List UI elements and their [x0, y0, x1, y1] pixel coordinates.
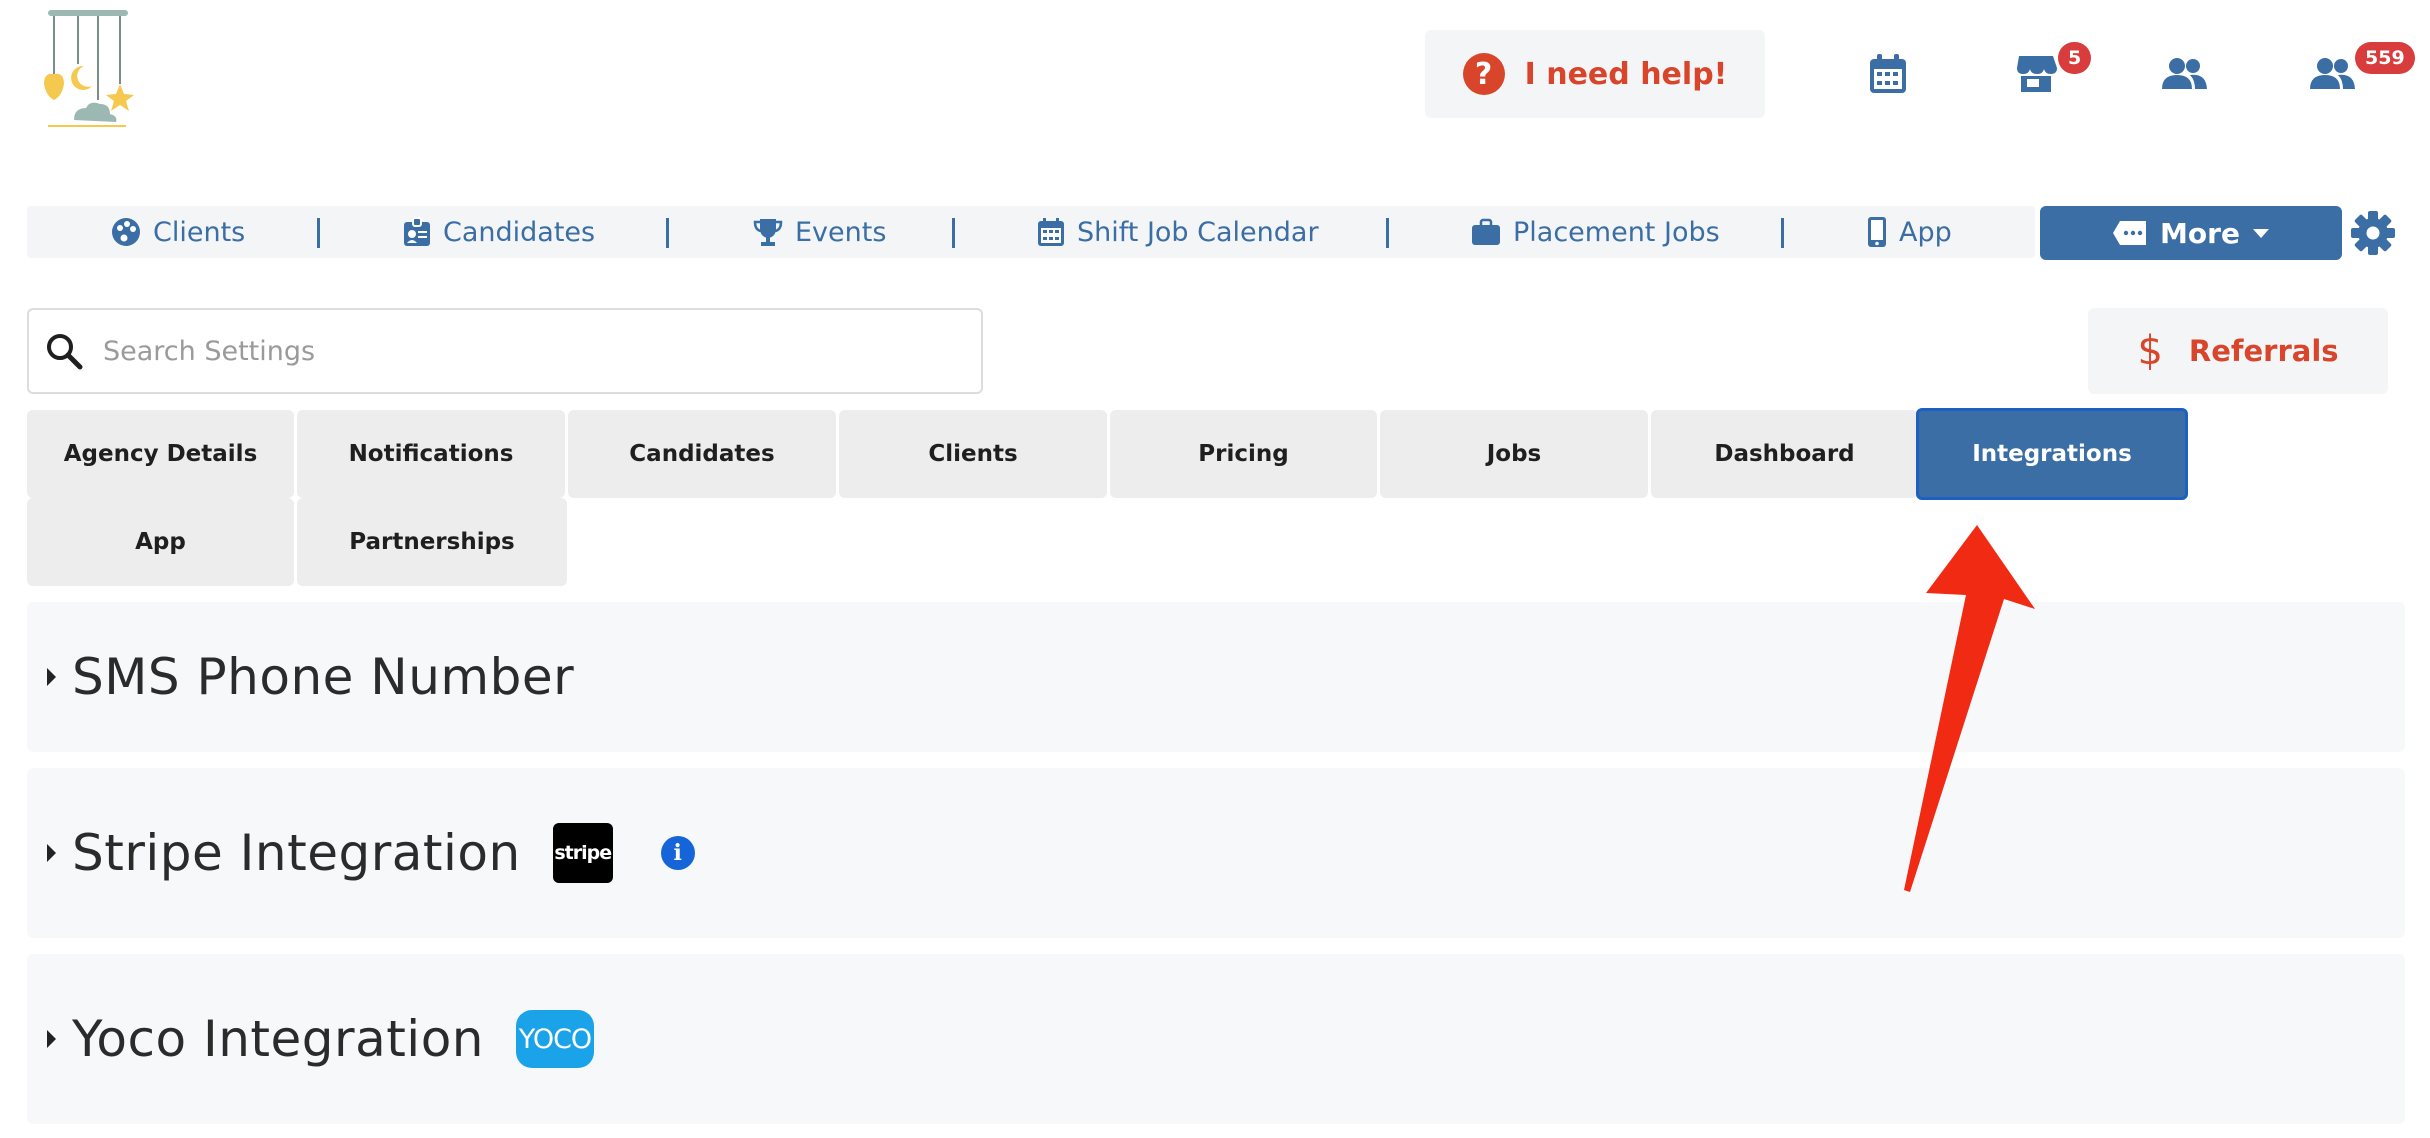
caret-right-icon	[47, 1030, 56, 1048]
nav-separator	[317, 218, 320, 248]
nav-item-shift-job-calendar[interactable]: Shift Job Calendar	[1037, 206, 1319, 258]
dollar-icon: $	[2137, 328, 2163, 374]
mobile-icon	[1868, 217, 1886, 247]
nav-item-label: Shift Job Calendar	[1077, 216, 1319, 248]
tab-clients[interactable]: Clients	[839, 410, 1107, 498]
tab-app[interactable]: App	[27, 498, 294, 586]
nav-item-label: App	[1899, 216, 1952, 248]
trophy-icon	[753, 219, 783, 246]
nav-item-label: Placement Jobs	[1513, 216, 1720, 248]
users-icon[interactable]	[2160, 50, 2208, 98]
gear-icon[interactable]	[2350, 210, 2396, 256]
nav-item-candidates[interactable]: Candidates	[403, 206, 595, 258]
section-title: Yoco Integration	[72, 1010, 484, 1068]
tab-partnerships[interactable]: Partnerships	[297, 498, 567, 586]
nav-item-app[interactable]: App	[1867, 206, 1952, 258]
tab-label: Dashboard	[1714, 441, 1855, 467]
search-input[interactable]	[103, 335, 963, 367]
caret-right-icon	[47, 844, 56, 862]
palette-icon	[112, 218, 140, 246]
tab-pricing[interactable]: Pricing	[1110, 410, 1377, 498]
nav-separator	[1386, 218, 1389, 248]
calendar-icon[interactable]	[1864, 50, 1912, 98]
tab-dashboard[interactable]: Dashboard	[1651, 410, 1918, 498]
more-menu-label: More	[2160, 216, 2240, 250]
tab-label: Clients	[928, 441, 1018, 467]
question-circle-icon: ?	[1462, 53, 1505, 95]
tab-label: App	[135, 529, 186, 555]
users-alert-badge: 559	[2355, 42, 2415, 74]
nav-separator	[666, 218, 669, 248]
main-nav: Clients Candidates Events Shift Job Cale…	[27, 206, 2035, 258]
baby-mobile-logo-icon	[44, 10, 134, 127]
tab-label: Partnerships	[349, 529, 515, 555]
section-title: SMS Phone Number	[72, 648, 575, 706]
help-button-label: I need help!	[1524, 56, 1728, 92]
search-settings-field[interactable]	[27, 308, 983, 394]
section-stripe-integration[interactable]: Stripe Integration stripe i	[27, 768, 2405, 938]
section-yoco-integration[interactable]: Yoco Integration YOCO	[27, 954, 2405, 1124]
tab-label: Jobs	[1486, 441, 1542, 467]
search-icon	[47, 334, 83, 370]
info-icon[interactable]: i	[660, 836, 695, 870]
briefcase-icon	[1472, 218, 1500, 245]
nav-item-label: Clients	[153, 216, 246, 248]
referrals-button[interactable]: $ Referrals	[2088, 308, 2388, 394]
section-sms-phone-number[interactable]: SMS Phone Number	[27, 602, 2405, 752]
calendar-icon	[1038, 218, 1064, 246]
nav-item-label: Candidates	[443, 216, 596, 248]
tab-jobs[interactable]: Jobs	[1380, 410, 1648, 498]
users-alert-icon[interactable]	[2308, 50, 2356, 98]
tab-label: Integrations	[1972, 441, 2132, 467]
ticket-icon	[2113, 221, 2147, 245]
nav-item-placement-jobs[interactable]: Placement Jobs	[1471, 206, 1720, 258]
caret-right-icon	[47, 668, 56, 686]
tab-label: Candidates	[629, 441, 775, 467]
nav-item-label: Events	[795, 216, 887, 248]
referrals-label: Referrals	[2188, 334, 2339, 368]
tab-notifications[interactable]: Notifications	[297, 410, 565, 498]
app-logo[interactable]	[34, 8, 144, 132]
tab-label: Notifications	[348, 441, 514, 467]
tab-label: Agency Details	[63, 441, 258, 467]
nav-separator	[1781, 218, 1784, 248]
tab-integrations[interactable]: Integrations	[1916, 408, 2188, 500]
help-button[interactable]: ? I need help!	[1425, 30, 1765, 118]
caret-down-icon	[2252, 229, 2269, 238]
section-title: Stripe Integration	[72, 824, 521, 882]
tab-agency-details[interactable]: Agency Details	[27, 410, 294, 498]
more-menu-button[interactable]: More	[2040, 206, 2342, 260]
tab-label: Pricing	[1198, 441, 1289, 467]
store-icon[interactable]	[2012, 50, 2060, 98]
nav-separator	[952, 218, 955, 248]
stripe-logo: stripe	[552, 823, 613, 883]
tab-candidates[interactable]: Candidates	[568, 410, 836, 498]
id-badge-icon	[404, 217, 430, 246]
yoco-logo: YOCO	[515, 1010, 594, 1068]
store-badge: 5	[2058, 42, 2092, 74]
nav-item-events[interactable]: Events	[753, 206, 886, 258]
nav-item-clients[interactable]: Clients	[111, 206, 245, 258]
annotation-arrow-icon	[1904, 525, 2035, 892]
